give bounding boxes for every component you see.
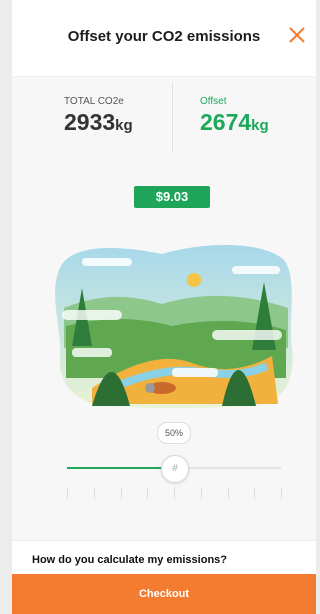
offset-value: 2674 — [200, 109, 252, 135]
checkout-button[interactable]: Checkout — [12, 574, 316, 614]
slider-tick — [67, 487, 68, 499]
emissions-faq[interactable]: How do you calculate my emissions? — [12, 540, 316, 575]
offset-panel: Offset your CO2 emissions TOTAL CO2e 293… — [12, 0, 316, 614]
total-co2e-label: TOTAL CO2e — [64, 96, 124, 107]
total-co2e-unit: kg — [115, 117, 133, 134]
total-co2e-value: 2933 — [64, 109, 116, 135]
slider-ticks — [67, 487, 282, 501]
slider-tick — [200, 487, 202, 499]
close-icon[interactable] — [286, 24, 308, 46]
emissions-stats: TOTAL CO2e 2933kg Offset 2674kg — [12, 76, 316, 176]
slider-tick — [254, 487, 256, 499]
offset-amount: Offset 2674kg — [200, 96, 269, 136]
faq-question[interactable]: How do you calculate my emissions? — [32, 554, 227, 566]
offset-unit: kg — [251, 117, 269, 134]
slider-tick — [120, 487, 122, 499]
price-badge: $9.03 — [134, 186, 210, 208]
slider-thumb[interactable]: # — [161, 455, 189, 483]
total-co2e: TOTAL CO2e 2933kg — [64, 96, 133, 136]
offset-percent-badge: 50% — [157, 422, 191, 444]
nature-illustration — [55, 244, 293, 409]
slider-tick — [93, 487, 95, 499]
stats-divider — [172, 82, 173, 152]
slider-tick — [227, 487, 229, 499]
slider-tick — [147, 487, 149, 499]
slider-fill — [67, 467, 174, 469]
offset-slider[interactable]: # — [67, 455, 282, 505]
header: Offset your CO2 emissions — [12, 0, 316, 77]
offset-label: Offset — [200, 96, 227, 107]
slider-tick — [281, 487, 282, 499]
slider-tick — [174, 487, 175, 499]
page-title: Offset your CO2 emissions — [67, 28, 261, 45]
